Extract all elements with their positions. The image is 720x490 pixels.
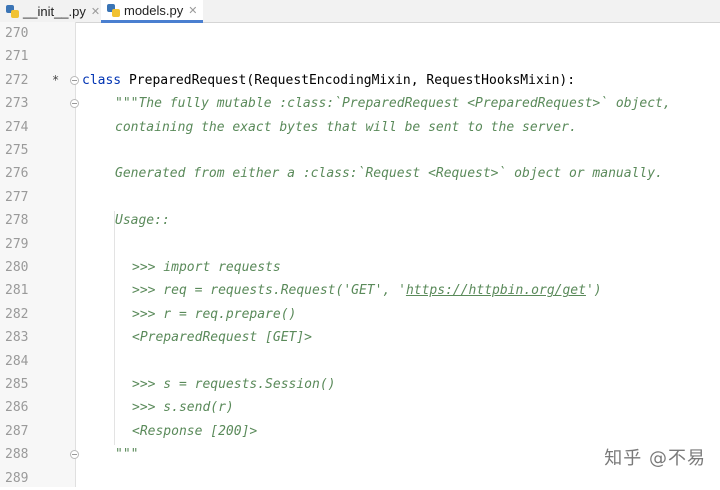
python-file-icon <box>107 3 120 17</box>
docstring-text: Generated from either a :class:`Request … <box>115 166 663 182</box>
code-line: 275 <box>0 139 720 162</box>
code-line: 284 <box>0 350 720 373</box>
class-declaration: class PreparedRequest(RequestEncodingMix… <box>82 69 575 92</box>
code-line: 276 Generated from either a :class:`Requ… <box>0 162 720 185</box>
keyword-class: class <box>82 72 122 88</box>
class-signature: PreparedRequest(RequestEncodingMixin, Re… <box>121 72 576 88</box>
line-number: 289 <box>5 470 29 486</box>
line-number: 270 <box>5 26 29 41</box>
code-line: 283 <PreparedRequest [GET]> <box>0 326 720 349</box>
line-number: 275 <box>5 143 29 158</box>
line-number: 276 <box>5 166 29 182</box>
line-number: 284 <box>5 353 29 369</box>
code-line: 287 <Response [200]> <box>0 420 720 443</box>
docstring-text: containing the exact bytes that will be … <box>115 119 577 135</box>
tab-init-py[interactable]: __init__.py ✕ <box>0 0 106 22</box>
docstring-text-part: ') <box>585 283 602 299</box>
line-number: 277 <box>5 189 29 205</box>
docstring-text: >>> req = requests.Request('GET', 'https… <box>132 279 602 302</box>
code-line: 271 <box>0 45 720 68</box>
url-link[interactable]: https://httpbin.org/get <box>406 283 586 298</box>
python-file-icon <box>6 4 19 18</box>
line-number: 285 <box>5 377 29 392</box>
code-line: 272 * class PreparedRequest(RequestEncod… <box>0 69 720 92</box>
line-number: 271 <box>5 49 29 65</box>
code-line: 289 <box>0 467 720 490</box>
line-number: 281 <box>5 283 29 299</box>
line-number: 286 <box>5 400 29 416</box>
docstring-text: Usage:: <box>115 213 170 229</box>
docstring-text: >>> r = req.prepare() <box>132 306 297 322</box>
code-line: 286 >>> s.send(r) <box>0 396 720 419</box>
tab-models-py[interactable]: models.py ✕ <box>101 0 204 23</box>
line-number: 283 <box>5 330 29 346</box>
fold-icon[interactable] <box>70 75 79 85</box>
line-number: 282 <box>5 306 29 322</box>
code-line: 274 containing the exact bytes that will… <box>0 116 720 139</box>
bookmark-marker: * <box>52 72 60 87</box>
line-number: 287 <box>5 423 29 439</box>
line-number: 274 <box>5 119 29 135</box>
tab-label: models.py <box>124 2 184 18</box>
code-line: 279 <box>0 233 720 256</box>
code-line: 282 >>> r = req.prepare() <box>0 303 720 326</box>
code-line: 280 >>> import requests <box>0 256 720 279</box>
fold-icon[interactable] <box>70 99 79 109</box>
line-number: 288 <box>5 447 29 463</box>
code-line: 281 >>> req = requests.Request('GET', 'h… <box>0 279 720 302</box>
docstring-text: """ <box>115 447 139 463</box>
line-number: 273 <box>5 96 29 112</box>
docstring-text: >>> import requests <box>132 260 281 275</box>
docstring-text: >>> s.send(r) <box>132 400 234 416</box>
tab-label: __init__.py <box>23 3 86 19</box>
watermark: 知乎 @不易 <box>604 448 706 469</box>
line-number: 272 <box>5 72 29 88</box>
docstring-text-part: >>> req = requests.Request('GET', ' <box>132 283 406 299</box>
fold-icon[interactable] <box>70 450 79 460</box>
line-number: 278 <box>5 213 29 229</box>
editor-tab-bar: __init__.py ✕ models.py ✕ <box>0 0 720 23</box>
docstring-text: <Response [200]> <box>132 423 258 439</box>
code-line: 273 """The fully mutable :class:`Prepare… <box>0 92 720 115</box>
code-line: 277 <box>0 186 720 209</box>
docstring-text: >>> s = requests.Session() <box>132 377 336 392</box>
docstring-text: """The fully mutable :class:`PreparedReq… <box>115 96 671 112</box>
code-line: 278 Usage:: <box>0 209 720 232</box>
docstring-text: <PreparedRequest [GET]> <box>132 330 313 346</box>
line-number: 279 <box>5 236 29 252</box>
code-line: 270 <box>0 22 720 45</box>
close-icon[interactable]: ✕ <box>188 4 197 17</box>
close-icon[interactable]: ✕ <box>91 5 100 18</box>
line-number: 280 <box>5 260 29 275</box>
code-line: 285 >>> s = requests.Session() <box>0 373 720 396</box>
